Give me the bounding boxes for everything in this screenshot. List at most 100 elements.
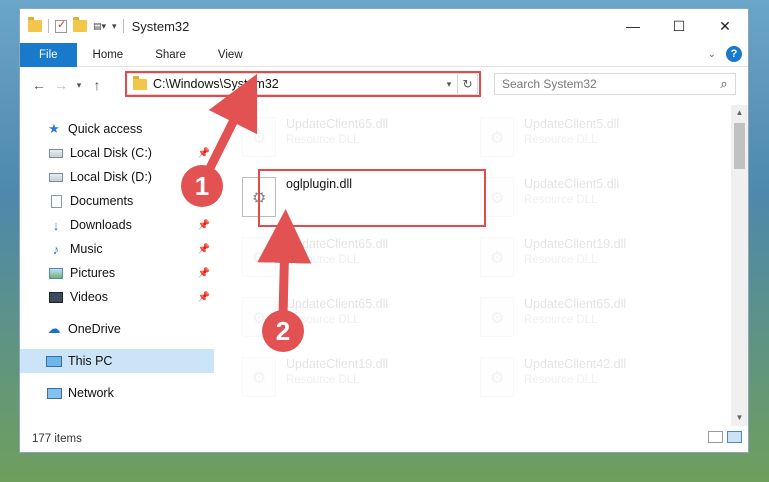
title-bar: ▤▾ ▾ System32 — ☐ ✕ <box>20 9 748 43</box>
tab-home[interactable]: Home <box>77 43 140 67</box>
address-dropdown-icon[interactable]: ▾ <box>441 79 457 90</box>
file-type: Resource DLL <box>286 254 360 266</box>
sidebar-item-label: Downloads <box>70 218 132 232</box>
sidebar-item-local-disk-c[interactable]: Local Disk (C:) 📌 <box>20 141 214 165</box>
file-tile[interactable]: UpdateClient19.dll Resource DLL <box>458 233 686 283</box>
close-button[interactable]: ✕ <box>702 9 748 43</box>
sidebar-item-videos[interactable]: Videos 📌 <box>20 285 214 309</box>
pin-icon[interactable]: 📌 <box>198 220 210 231</box>
file-tile[interactable]: UpdateClient5.dll Resource DLL <box>458 113 686 163</box>
sidebar-item-this-pc[interactable]: This PC <box>20 349 214 373</box>
sidebar-item-downloads[interactable]: ↓ Downloads 📌 <box>20 213 214 237</box>
pin-icon[interactable]: 📌 <box>198 148 210 159</box>
file-name: UpdateClient5.dll <box>524 177 620 191</box>
navigation-bar: ← → ▾ ↑ C:\Windows\System32 ▾ ↻ ⌕ <box>20 67 748 103</box>
expand-ribbon-icon[interactable]: ⌄ <box>708 49 716 60</box>
scroll-up-icon[interactable]: ▲ <box>731 105 748 121</box>
status-bar: 177 items <box>20 426 748 452</box>
music-icon: ♪ <box>52 241 60 257</box>
forward-arrow-icon[interactable]: → <box>50 77 72 93</box>
sidebar-item-music[interactable]: ♪ Music 📌 <box>20 237 214 261</box>
tab-file[interactable]: File <box>20 42 77 67</box>
navigation-pane: ★ Quick access Local Disk (C:) 📌 Local D… <box>20 105 214 426</box>
file-tile[interactable]: UpdateClient42.dll Resource DLL <box>458 353 686 403</box>
pin-icon[interactable]: 📌 <box>198 268 210 279</box>
pin-icon[interactable]: 📌 <box>198 292 210 303</box>
file-tile[interactable]: UpdateClient5.dll Resource DLL <box>458 173 686 223</box>
download-icon: ↓ <box>52 217 60 233</box>
properties-icon[interactable] <box>55 18 67 33</box>
file-explorer-window: ▤▾ ▾ System32 — ☐ ✕ File Home Share View… <box>19 8 749 453</box>
quick-access-toolbar: ▤▾ ▾ <box>20 17 117 33</box>
file-name: UpdateClient5.dll <box>524 117 620 131</box>
file-name: UpdateClient65.dll <box>286 237 389 251</box>
sidebar-item-label: Local Disk (C:) <box>70 146 152 160</box>
window-controls: — ☐ ✕ <box>610 9 748 43</box>
file-list: UpdateClient65.dll Resource DLL UpdateCli… <box>220 105 732 426</box>
sidebar-item-onedrive[interactable]: ☁ OneDrive <box>20 317 214 341</box>
sidebar-item-network[interactable]: Network <box>20 381 214 405</box>
videos-icon <box>48 290 64 304</box>
file-tile-oglplugin[interactable]: oglplugin.dll <box>220 173 448 223</box>
scroll-down-icon[interactable]: ▼ <box>731 410 748 426</box>
file-type: Resource DLL <box>286 134 360 146</box>
computer-icon <box>46 354 62 368</box>
folder-icon <box>133 75 147 90</box>
sidebar-item-label: Videos <box>70 290 108 304</box>
refresh-icon[interactable]: ↻ <box>457 74 477 94</box>
sidebar-item-pictures[interactable]: Pictures 📌 <box>20 261 214 285</box>
customize-toolbar-icon[interactable]: ▤▾ <box>93 21 106 32</box>
minimize-button[interactable]: — <box>610 9 656 43</box>
sidebar-item-label: Quick access <box>68 122 143 136</box>
file-tile[interactable]: UpdateClient65.dll Resource DLL <box>220 113 448 163</box>
up-arrow-icon[interactable]: ↑ <box>86 77 108 93</box>
search-box[interactable]: ⌕ <box>494 73 736 95</box>
details-view-icon[interactable] <box>708 431 723 443</box>
vertical-scrollbar[interactable]: ▲ ▼ <box>731 105 748 426</box>
sidebar-item-label: Network <box>68 386 114 400</box>
search-icon[interactable]: ⌕ <box>713 76 735 92</box>
large-icons-view-icon[interactable] <box>727 431 742 443</box>
dll-file-icon <box>480 357 514 397</box>
sidebar-item-label: Music <box>70 242 103 256</box>
file-tile[interactable]: UpdateClient65.dll Resource DLL <box>458 293 686 343</box>
file-tile[interactable]: UpdateClient65.dllResource DLL <box>220 293 448 343</box>
tab-view[interactable]: View <box>202 43 259 67</box>
step-badge-1: 1 <box>181 165 223 207</box>
file-type: Resource DLL <box>524 254 598 266</box>
back-arrow-icon[interactable]: ← <box>28 77 50 93</box>
star-icon: ★ <box>48 121 60 136</box>
sidebar-item-quick-access[interactable]: ★ Quick access <box>20 117 214 141</box>
address-path[interactable]: C:\Windows\System32 <box>153 77 441 91</box>
step-badge-2: 2 <box>262 310 304 352</box>
file-tile[interactable]: UpdateClient65.dll Resource DLL <box>220 233 448 283</box>
pin-icon[interactable]: 📌 <box>198 244 210 255</box>
disk-icon <box>48 170 64 184</box>
dll-file-icon <box>480 117 514 157</box>
address-bar[interactable]: C:\Windows\System32 ▾ ↻ <box>126 73 478 95</box>
separator <box>48 19 49 33</box>
file-tile[interactable]: UpdateClient19.dll Resource DLL <box>220 353 448 403</box>
recent-locations-icon[interactable]: ▾ <box>72 80 86 91</box>
disk-icon <box>48 146 64 160</box>
toolbar-dropdown-icon[interactable]: ▾ <box>112 21 117 32</box>
network-icon <box>46 386 62 400</box>
tab-share[interactable]: Share <box>139 43 202 67</box>
sidebar-item-label: Documents <box>70 194 134 208</box>
sidebar-item-label: This PC <box>68 354 113 368</box>
file-type: Resource DLL <box>286 374 360 386</box>
search-input[interactable] <box>502 77 713 91</box>
file-type: Resource DLL <box>524 314 598 326</box>
file-name: oglplugin.dll <box>286 177 353 191</box>
file-name: UpdateClient65.dll <box>286 117 389 131</box>
cloud-icon: ☁ <box>47 321 61 336</box>
file-type: Resource DLL <box>524 194 598 206</box>
folder-icon <box>28 17 42 32</box>
dll-file-icon <box>242 177 276 217</box>
help-icon[interactable]: ? <box>726 46 742 62</box>
file-name: UpdateClient19.dll <box>524 237 627 251</box>
file-name: UpdateClient65.dll <box>524 297 627 311</box>
scroll-thumb[interactable] <box>734 123 745 169</box>
maximize-button[interactable]: ☐ <box>656 9 702 43</box>
new-folder-icon[interactable] <box>73 17 87 32</box>
